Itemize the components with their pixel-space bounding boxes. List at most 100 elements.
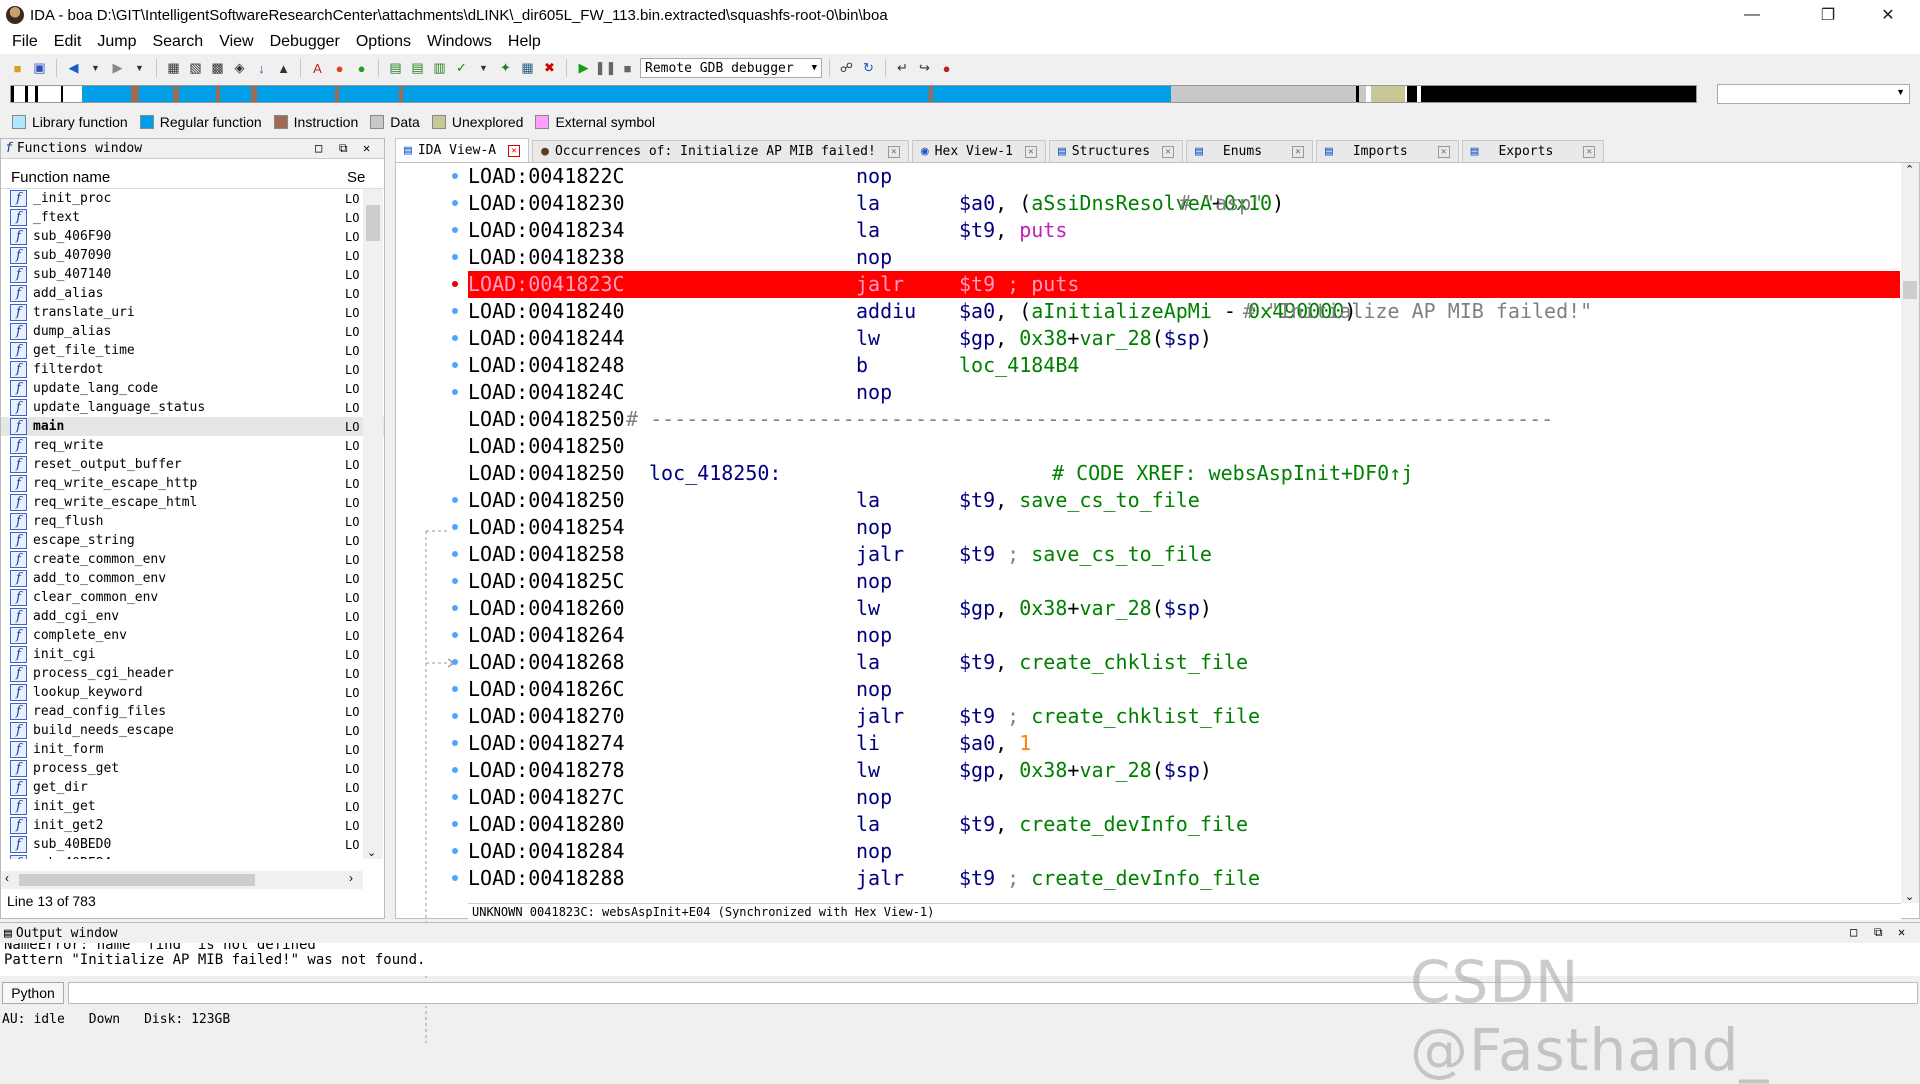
disassembly-vertical-scrollbar[interactable]: ⌃ ⌄ <box>1901 163 1919 903</box>
chevron-left-icon[interactable]: ‹ <box>5 871 9 885</box>
dropdown-icon[interactable]: ▼ <box>474 59 493 78</box>
breakpoint-icon[interactable] <box>452 281 458 287</box>
xref-icon[interactable]: ✓ <box>452 59 471 78</box>
minimize-button[interactable]: — <box>1724 0 1780 30</box>
column-segment[interactable]: Se <box>347 169 365 186</box>
function-row[interactable]: f update_language_status LO <box>1 398 384 417</box>
dropdown-icon[interactable]: ▼ <box>130 59 149 78</box>
menu-edit[interactable]: Edit <box>46 33 90 51</box>
function-row[interactable]: f main LO <box>1 417 384 436</box>
close-tab-icon[interactable]: ✕ <box>508 144 521 157</box>
disassembly-line[interactable]: LOAD:0041824C nop <box>468 379 1900 406</box>
run-icon[interactable]: ▶ <box>574 59 593 78</box>
function-row[interactable]: f process_get LO <box>1 759 384 778</box>
disassembly-line[interactable]: LOAD:00418264 nop <box>468 622 1900 649</box>
open-icon[interactable]: ■ <box>8 59 27 78</box>
forward-icon[interactable]: ▶ <box>108 59 127 78</box>
function-row[interactable]: f add_alias LO <box>1 284 384 303</box>
disassembly-line[interactable]: LOAD:00418274 li $a0, 1 <box>468 730 1900 757</box>
function-row[interactable]: f translate_uri LO <box>1 303 384 322</box>
function-row[interactable]: f sub_407140 LO <box>1 265 384 284</box>
close-tab-icon[interactable]: ✕ <box>1437 145 1450 158</box>
close-panel-icon[interactable]: ✕ <box>363 141 370 155</box>
debugger-select[interactable]: Remote GDB debugger ▼ <box>640 58 822 78</box>
step-over-icon[interactable]: ↪ <box>915 59 934 78</box>
python-language-button[interactable]: Python <box>2 982 64 1004</box>
close-tab-icon[interactable]: ✕ <box>1583 145 1596 158</box>
chevron-right-icon[interactable]: › <box>349 871 353 885</box>
scrollbar-thumb[interactable] <box>1903 281 1917 299</box>
menu-help[interactable]: Help <box>500 33 549 51</box>
breakpoint-icon[interactable]: ● <box>937 59 956 78</box>
disassembly-line[interactable]: LOAD:00418234 la $t9, puts <box>468 217 1900 244</box>
disassembly-line[interactable]: LOAD:00418254 nop <box>468 514 1900 541</box>
instruction-marker-icon[interactable] <box>452 794 458 800</box>
chevron-up-icon[interactable]: ⌃ <box>1905 163 1914 176</box>
instruction-marker-icon[interactable] <box>452 686 458 692</box>
down-arrow-icon[interactable]: ↓ <box>252 59 271 78</box>
function-row[interactable]: f _ftext LO <box>1 208 384 227</box>
function-row[interactable]: f req_write_escape_html LO <box>1 493 384 512</box>
struct-icon[interactable]: ▤ <box>386 59 405 78</box>
close-window-button[interactable]: ✕ <box>1860 0 1916 30</box>
disassembly-line[interactable]: LOAD:00418240 addiu $a0, (aInitializeApMi … <box>468 298 1900 325</box>
function-row[interactable]: f build_needs_escape LO <box>1 721 384 740</box>
scrollbar-thumb[interactable] <box>366 205 380 241</box>
instruction-marker-icon[interactable] <box>452 605 458 611</box>
instruction-marker-icon[interactable] <box>452 173 458 179</box>
function-row[interactable]: f init_form LO <box>1 740 384 759</box>
refresh-icon[interactable]: ↻ <box>859 59 878 78</box>
function-row[interactable]: f create_common_env LO <box>1 550 384 569</box>
chevron-down-icon[interactable]: ⌄ <box>1905 890 1914 903</box>
function-row[interactable]: f init_get LO <box>1 797 384 816</box>
float-panel-icon[interactable]: ⧉ <box>1874 925 1883 940</box>
tab-exports[interactable]: ▤ Exports ✕ <box>1461 140 1605 162</box>
menu-windows[interactable]: Windows <box>419 33 500 51</box>
patch-icon[interactable]: ✦ <box>496 59 515 78</box>
function-row[interactable]: f sub_40BF84 LO <box>1 854 384 859</box>
binary-search-icon[interactable]: ▦ <box>164 59 183 78</box>
nav-band-select[interactable]: ▼ <box>1716 84 1910 104</box>
function-row[interactable]: f add_cgi_env LO <box>1 607 384 626</box>
text-search-icon[interactable]: ▧ <box>186 59 205 78</box>
function-row[interactable]: f clear_common_env LO <box>1 588 384 607</box>
disassembly-line[interactable]: LOAD:00418270 jalr $t9 ; create_chklist_fi… <box>468 703 1900 730</box>
disassembly-line[interactable]: LOAD:0041825C nop <box>468 568 1900 595</box>
instruction-marker-icon[interactable] <box>452 848 458 854</box>
function-row[interactable]: f add_to_common_env LO <box>1 569 384 588</box>
disassembly-line[interactable]: LOAD:00418288 jalr $t9 ; create_devInfo_fi… <box>468 865 1900 892</box>
circle-icon[interactable]: ● <box>330 59 349 78</box>
function-row[interactable]: f _init_proc LO <box>1 189 384 208</box>
tab-ida-view-a[interactable]: ▤ IDA View-A ✕ <box>395 138 530 162</box>
float-panel-icon[interactable]: ⧉ <box>339 141 348 156</box>
disassembly-line[interactable]: LOAD:00418278 lw $gp, 0x38+var_28($sp) <box>468 757 1900 784</box>
function-row[interactable]: f complete_env LO <box>1 626 384 645</box>
function-row[interactable]: f dump_alias LO <box>1 322 384 341</box>
disassembly-line[interactable]: LOAD:00418284 nop <box>468 838 1900 865</box>
disassembly-line[interactable]: LOAD:0041827C nop <box>468 784 1900 811</box>
tab-structures[interactable]: ▤ Structures ✕ <box>1048 140 1184 162</box>
graph-icon[interactable]: ▲ <box>274 59 293 78</box>
ida-view-a[interactable]: LOAD:0041822C nop LOAD:00418230 la $a0, (aSs… <box>395 162 1920 1043</box>
close-tab-icon[interactable]: ✕ <box>1292 145 1305 158</box>
instruction-marker-icon[interactable] <box>452 821 458 827</box>
add-struct-icon[interactable]: ▤ <box>408 59 427 78</box>
disassembly-line[interactable]: LOAD:00418244 lw $gp, 0x38+var_28($sp) <box>468 325 1900 352</box>
instruction-marker-icon[interactable] <box>452 578 458 584</box>
instruction-marker-icon[interactable] <box>452 740 458 746</box>
function-row[interactable]: f req_write LO <box>1 436 384 455</box>
function-row[interactable]: f escape_string LO <box>1 531 384 550</box>
function-row[interactable]: f init_get2 LO <box>1 816 384 835</box>
function-row[interactable]: f get_file_time LO <box>1 341 384 360</box>
step-into-icon[interactable]: ↵ <box>893 59 912 78</box>
image-icon[interactable]: ▦ <box>518 59 537 78</box>
function-row[interactable]: f update_lang_code LO <box>1 379 384 398</box>
disassembly-line[interactable]: LOAD:00418250 la $t9, save_cs_to_file <box>468 487 1900 514</box>
function-row[interactable]: f sub_40BED0 LO <box>1 835 384 854</box>
close-tab-icon[interactable]: ✕ <box>887 145 900 158</box>
function-row[interactable]: f filterdot LO <box>1 360 384 379</box>
function-row[interactable]: f sub_407090 LO <box>1 246 384 265</box>
column-function-name[interactable]: Function name <box>1 169 110 186</box>
close-tab-icon[interactable]: ✕ <box>1162 145 1175 158</box>
menu-view[interactable]: View <box>211 33 261 51</box>
